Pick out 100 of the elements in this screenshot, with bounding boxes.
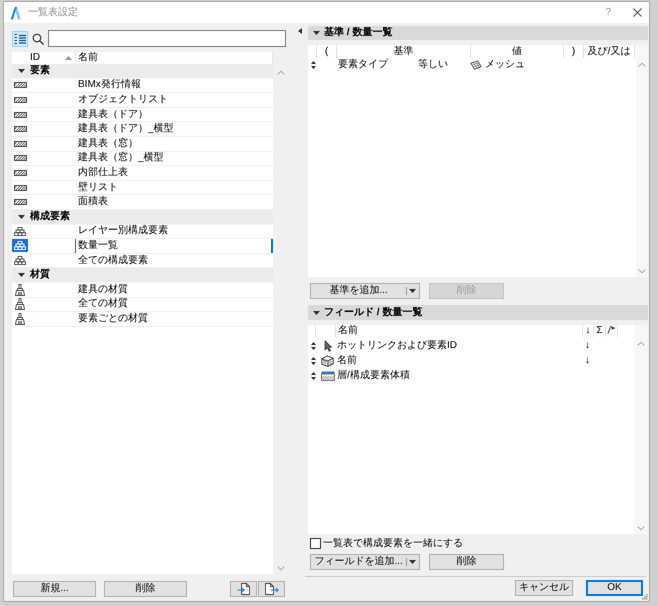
add-criterion-button[interactable]: 基準を追加...: [310, 283, 406, 299]
list-item[interactable]: 壁リスト: [12, 180, 273, 196]
list-item[interactable]: 全ての材質: [12, 298, 273, 312]
section-title: フィールド / 数量一覧: [324, 306, 422, 318]
list-item[interactable]: レイヤー別構成要素: [12, 224, 273, 240]
dropdown-button[interactable]: [406, 554, 420, 570]
column-header: 基準: [336, 45, 470, 58]
import-button[interactable]: [230, 581, 257, 597]
column-header: 及び/又は: [583, 45, 635, 58]
item-name: 全ての材質: [77, 298, 128, 310]
sort-indicator: ↓: [584, 354, 591, 366]
cube-icon: [321, 354, 334, 366]
caret-down-icon: [409, 560, 416, 564]
brush-icon: [15, 298, 25, 310]
cancel-button[interactable]: キャンセル: [515, 580, 573, 596]
list-item[interactable]: 全ての構成要素: [12, 254, 273, 268]
hatch-icon: [14, 199, 26, 206]
pointer-icon: [324, 340, 332, 352]
item-name: BIMx発行情報: [77, 79, 141, 92]
caret-down-icon[interactable]: [18, 68, 25, 73]
column-header: 名前: [335, 325, 582, 337]
logo-icon: [10, 6, 21, 20]
table-cell-text: 等しい: [417, 59, 449, 71]
layers-icon: [320, 370, 334, 380]
caret-left-icon[interactable]: [298, 28, 302, 34]
item-name: 建具表（窓）: [77, 138, 138, 150]
hatch-icon: [14, 140, 26, 147]
list-item[interactable]: 内部仕上表: [12, 166, 273, 181]
caret-down-icon[interactable]: [18, 214, 25, 219]
flag-icon: [607, 325, 616, 334]
checkbox[interactable]: [310, 538, 321, 549]
mesh-icon: [470, 60, 482, 70]
list-item[interactable]: 建具表（ドア）: [12, 108, 273, 122]
section-header[interactable]: フィールド / 数量一覧: [308, 305, 648, 320]
group-label: 要素: [30, 64, 50, 77]
hatch-icon: [14, 170, 26, 176]
window-title: 一覧表設定: [28, 6, 78, 18]
group-header[interactable]: 材質: [12, 268, 273, 283]
list-item[interactable]: 建具表（窓）_横型: [12, 152, 273, 166]
group-label: 材質: [30, 269, 50, 282]
section-title: 基準 / 数量一覧: [324, 27, 392, 39]
group-header[interactable]: 要素: [12, 64, 273, 79]
list-item[interactable]: オブジェクトリスト: [12, 93, 273, 108]
caret-down-icon[interactable]: [18, 273, 25, 278]
item-name: 全ての構成要素: [77, 254, 148, 267]
section-header[interactable]: 基準 / 数量一覧: [308, 26, 648, 40]
caret-down-icon: [409, 289, 416, 293]
list-item[interactable]: 要素ごとの材質: [12, 312, 273, 327]
add-field-button[interactable]: フィールドを追加...: [310, 554, 406, 570]
dropdown-button[interactable]: [406, 283, 420, 299]
list-item[interactable]: 建具の材質: [12, 282, 273, 298]
hatch-icon: [14, 82, 26, 88]
hatch-icon: [14, 126, 26, 132]
resize-grip-icon[interactable]: [642, 594, 648, 600]
export-button[interactable]: [258, 581, 285, 597]
brush-icon: [15, 312, 25, 325]
delete-button[interactable]: 削除: [429, 554, 504, 570]
column-header: ): [563, 45, 583, 58]
group-label: 構成要素: [30, 210, 70, 223]
list-item[interactable]: 建具表（ドア）_横型: [12, 122, 273, 137]
item-name: 建具表（ドア）_横型: [77, 123, 174, 136]
close-icon[interactable]: [633, 8, 642, 17]
list-item[interactable]: 数量一覧: [12, 239, 273, 254]
item-name: 面積表: [77, 196, 108, 208]
hatch-icon: [14, 96, 26, 103]
list-view-button[interactable]: [12, 30, 28, 46]
item-name: 要素ごとの材質: [77, 312, 148, 325]
column-header: (: [316, 45, 336, 58]
drag-handle-icon[interactable]: [311, 372, 316, 380]
item-name: レイヤー別構成要素: [77, 225, 168, 238]
import-icon: [237, 583, 250, 595]
list-item[interactable]: BIMx発行情報: [12, 78, 273, 94]
list-icon: [14, 34, 26, 44]
item-name: 建具表（窓）_横型: [77, 152, 164, 164]
new-button[interactable]: 新規...: [13, 581, 96, 597]
ok-button[interactable]: OK: [586, 580, 643, 596]
group-header[interactable]: 構成要素: [12, 210, 273, 225]
brush-icon: [15, 284, 25, 296]
item-name: 壁リスト: [77, 182, 118, 194]
hatch-icon: [14, 155, 26, 162]
checkbox-label: 一覧表で構成要素を一緒にする: [323, 538, 463, 550]
list-item[interactable]: 建具表（窓）: [12, 136, 273, 152]
bricks-icon: [14, 226, 26, 236]
hatch-icon: [14, 184, 26, 191]
table-cell: メッシュ: [485, 59, 525, 71]
list-item[interactable]: 面積表: [12, 195, 273, 210]
table-cell-text: 名前: [336, 354, 358, 366]
drag-handle-icon[interactable]: [311, 356, 316, 364]
caret-down-icon[interactable]: [313, 31, 320, 35]
item-name: 数量一覧: [77, 240, 118, 252]
hatch-icon: [14, 112, 26, 118]
sort-indicator: ↓: [584, 340, 591, 352]
caret-down-icon[interactable]: [313, 310, 320, 314]
table-cell-text: 層/構成要素体積: [336, 370, 411, 382]
drag-handle-icon[interactable]: [311, 61, 316, 69]
search-field[interactable]: [48, 30, 286, 47]
item-name: 内部仕上表: [77, 166, 128, 179]
drag-handle-icon[interactable]: [311, 342, 316, 350]
delete-button[interactable]: 削除: [104, 581, 187, 597]
bricks-icon: [12, 239, 28, 252]
